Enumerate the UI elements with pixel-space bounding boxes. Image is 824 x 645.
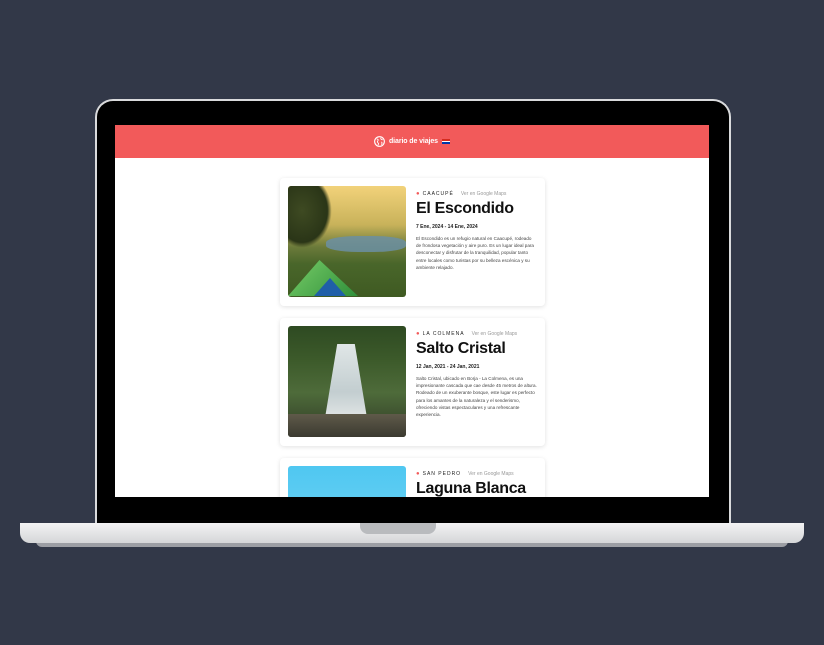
- trip-card[interactable]: ● LA COLMENA Ver en Google Maps Salto Cr…: [280, 318, 545, 446]
- trip-feed: ● CAACUPÉ Ver en Google Maps El Escondid…: [280, 178, 545, 497]
- trip-dates: 7 Ene, 2024 - 14 Ene, 2024: [416, 224, 478, 230]
- trip-photo: [288, 326, 406, 437]
- trip-dates: 12 Jan, 2021 - 24 Jan, 2021: [416, 364, 480, 370]
- laptop-screen: diario de viajes ● CAACUPÉ Ver en Google…: [115, 125, 709, 497]
- brand-name[interactable]: diario de viajes: [389, 138, 438, 145]
- globe-icon: [374, 136, 385, 147]
- location-pin-icon: ●: [416, 331, 420, 337]
- trip-card[interactable]: ● CAACUPÉ Ver en Google Maps El Escondid…: [280, 178, 545, 306]
- trip-title: Salto Cristal: [416, 340, 506, 357]
- trip-description: El Escondido es un refugio natural en Ca…: [416, 236, 534, 270]
- top-bar: diario de viajes: [115, 125, 709, 158]
- paraguay-flag-icon: [441, 139, 450, 145]
- trip-title: Laguna Blanca: [416, 480, 526, 497]
- laptop-notch: [360, 523, 436, 534]
- google-maps-link[interactable]: Ver en Google Maps: [468, 471, 514, 477]
- location-pin-icon: ●: [416, 471, 420, 477]
- trip-location: LA COLMENA: [422, 331, 465, 337]
- trip-location: SAN PEDRO: [422, 471, 462, 477]
- trip-title: El Escondido: [416, 200, 514, 217]
- location-pin-icon: ●: [416, 191, 420, 197]
- trip-card[interactable]: ● SAN PEDRO Ver en Google Maps Laguna Bl…: [280, 458, 545, 497]
- trip-description: Salto Cristal, ubicado en Borja - La Col…: [416, 376, 537, 418]
- google-maps-link[interactable]: Ver en Google Maps: [472, 331, 518, 337]
- trip-location: CAACUPÉ: [422, 191, 454, 197]
- trip-photo: [288, 186, 406, 297]
- google-maps-link[interactable]: Ver en Google Maps: [461, 191, 507, 197]
- trip-photo: [288, 466, 406, 497]
